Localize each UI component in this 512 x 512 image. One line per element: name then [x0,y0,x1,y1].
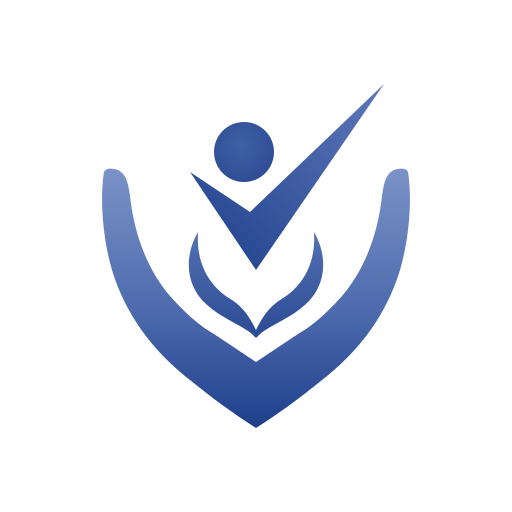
checkmark-icon [190,84,384,270]
logo-canvas [0,0,512,512]
logo-mark [102,84,410,429]
person-head-icon [214,122,274,182]
